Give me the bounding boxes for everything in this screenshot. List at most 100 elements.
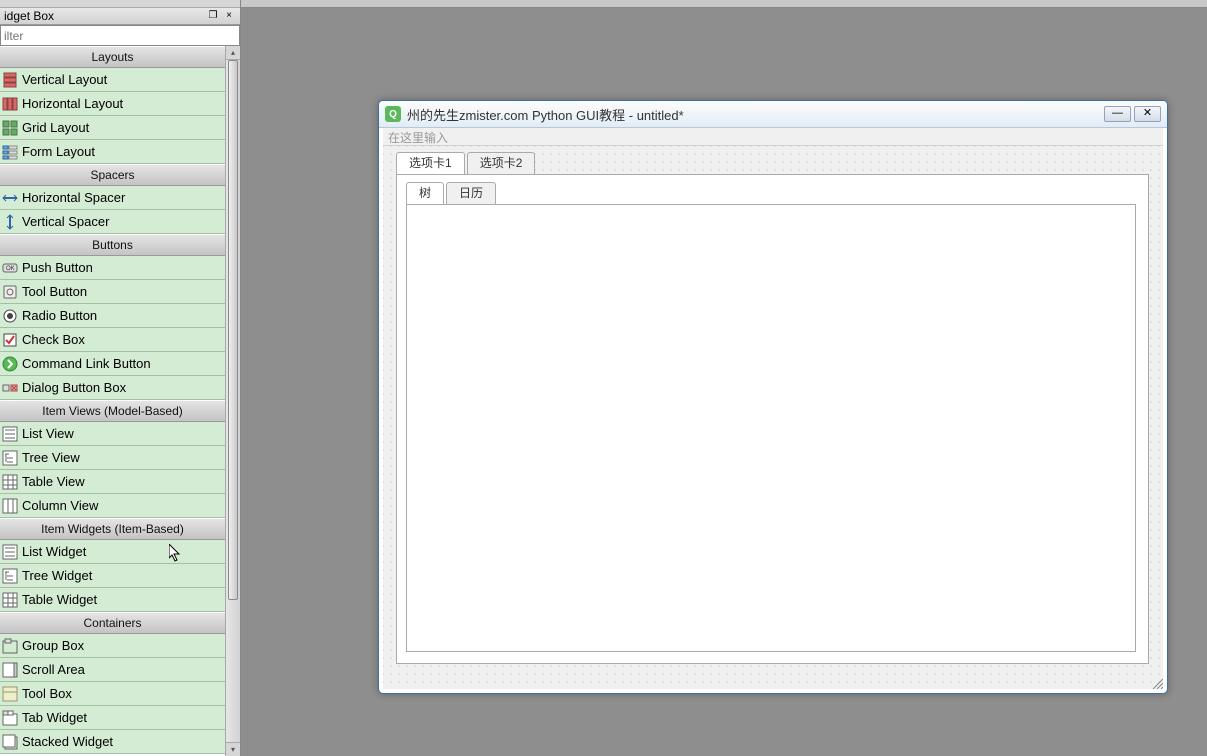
widget-item-label: Horizontal Spacer: [22, 190, 125, 205]
stacked-widget-icon: [2, 734, 18, 750]
widget-item[interactable]: Grid Layout: [0, 116, 225, 140]
outer-tab-bar: 选项卡1 选项卡2: [396, 152, 1149, 174]
menubar-placeholder[interactable]: 在这里输入: [383, 128, 1163, 146]
outer-tab-widget[interactable]: 选项卡1 选项卡2 树 日历: [396, 152, 1149, 664]
app-icon: Q: [385, 106, 401, 122]
radio-button-icon: [2, 308, 18, 324]
widget-item-label: Tool Box: [22, 686, 72, 701]
category-header[interactable]: Item Widgets (Item-Based): [0, 518, 225, 540]
category-header[interactable]: Containers: [0, 612, 225, 634]
widget-item-label: Push Button: [22, 260, 93, 275]
widget-item[interactable]: Column View: [0, 494, 225, 518]
widget-box-panel: idget Box ❐ × Layouts Vertical Layout Hori…: [0, 0, 241, 756]
widget-item[interactable]: Horizontal Layout: [0, 92, 225, 116]
undock-button[interactable]: ❐: [206, 10, 220, 23]
widget-item-label: Form Layout: [22, 144, 95, 159]
inner-tab-tree[interactable]: 树: [406, 182, 444, 204]
widget-item-label: Grid Layout: [22, 120, 89, 135]
vertical-scrollbar[interactable]: ▴ ▾: [225, 46, 240, 756]
widget-item[interactable]: Check Box: [0, 328, 225, 352]
widget-item[interactable]: Vertical Layout: [0, 68, 225, 92]
list-view-icon: [2, 544, 18, 560]
outer-tab-page[interactable]: 树 日历: [396, 174, 1149, 664]
widget-item[interactable]: List View: [0, 422, 225, 446]
form-grid[interactable]: 选项卡1 选项卡2 树 日历: [383, 146, 1163, 689]
outer-tab-2[interactable]: 选项卡2: [467, 152, 536, 174]
widget-item-label: Tree Widget: [22, 568, 92, 583]
widget-item-label: Check Box: [22, 332, 85, 347]
category-header[interactable]: Item Views (Model-Based): [0, 400, 225, 422]
group-box-icon: [2, 638, 18, 654]
widget-item-label: Tab Widget: [22, 710, 87, 725]
form-window[interactable]: Q 州的先生zmister.com Python GUI教程 - untitle…: [378, 100, 1168, 694]
widget-item[interactable]: Scroll Area: [0, 658, 225, 682]
widget-item-label: List View: [22, 426, 74, 441]
inner-tab-page[interactable]: [406, 204, 1136, 652]
widget-item[interactable]: Push Button: [0, 256, 225, 280]
toolbar-strip: [0, 0, 240, 8]
widget-item-label: Tool Button: [22, 284, 87, 299]
window-title: 州的先生zmister.com Python GUI教程 - untitled*: [407, 105, 1104, 124]
form-layout-icon: [2, 144, 18, 160]
widget-item[interactable]: Tool Box: [0, 682, 225, 706]
widget-item-label: Scroll Area: [22, 662, 85, 677]
widget-item[interactable]: Command Link Button: [0, 352, 225, 376]
list-view-icon: [2, 426, 18, 442]
widget-item-label: List Widget: [22, 544, 86, 559]
widget-item[interactable]: Table Widget: [0, 588, 225, 612]
widget-item-label: Dialog Button Box: [22, 380, 126, 395]
widget-item-label: Vertical Layout: [22, 72, 107, 87]
close-panel-button[interactable]: ×: [222, 10, 236, 23]
widget-item-label: Group Box: [22, 638, 84, 653]
scrollbar-thumb[interactable]: [228, 60, 238, 600]
widget-item[interactable]: Tab Widget: [0, 706, 225, 730]
tree-view-icon: [2, 450, 18, 466]
widget-item[interactable]: Radio Button: [0, 304, 225, 328]
widget-tree: Layouts Vertical Layout Horizontal Layout G…: [0, 46, 225, 756]
category-header[interactable]: Spacers: [0, 164, 225, 186]
panel-titlebar: idget Box ❐ ×: [0, 8, 240, 25]
outer-tab-1[interactable]: 选项卡1: [396, 152, 465, 174]
dialog-button-box-icon: [2, 380, 18, 396]
vertical-layout-icon: [2, 72, 18, 88]
window-titlebar[interactable]: Q 州的先生zmister.com Python GUI教程 - untitle…: [379, 101, 1167, 128]
tool-button-icon: [2, 284, 18, 300]
widget-item[interactable]: Table View: [0, 470, 225, 494]
widget-item-label: Table View: [22, 474, 85, 489]
widget-item-label: Radio Button: [22, 308, 97, 323]
grid-layout-icon: [2, 120, 18, 136]
scroll-down-icon[interactable]: ▾: [226, 742, 240, 756]
command-link-icon: [2, 356, 18, 372]
widget-item-label: Tree View: [22, 450, 80, 465]
widget-item[interactable]: Tool Button: [0, 280, 225, 304]
tool-box-icon: [2, 686, 18, 702]
widget-item-label: Command Link Button: [22, 356, 151, 371]
design-canvas[interactable]: Q 州的先生zmister.com Python GUI教程 - untitle…: [241, 0, 1207, 756]
scroll-up-icon[interactable]: ▴: [226, 46, 240, 60]
widget-item-label: Stacked Widget: [22, 734, 113, 749]
widget-item[interactable]: Group Box: [0, 634, 225, 658]
widget-item[interactable]: List Widget: [0, 540, 225, 564]
category-header[interactable]: Layouts: [0, 46, 225, 68]
close-window-button[interactable]: ✕: [1134, 106, 1161, 122]
widget-item[interactable]: Vertical Spacer: [0, 210, 225, 234]
canvas-toolbar-strip: [241, 0, 1207, 8]
widget-item-label: Table Widget: [22, 592, 97, 607]
widget-item[interactable]: Tree Widget: [0, 564, 225, 588]
table-view-icon: [2, 474, 18, 490]
widget-item[interactable]: Horizontal Spacer: [0, 186, 225, 210]
widget-item[interactable]: Form Layout: [0, 140, 225, 164]
category-header[interactable]: Buttons: [0, 234, 225, 256]
widget-item-label: Column View: [22, 498, 98, 513]
resize-grip-icon[interactable]: [1151, 677, 1163, 689]
minimize-button[interactable]: —: [1104, 106, 1131, 122]
table-view-icon: [2, 592, 18, 608]
panel-title-text: idget Box: [4, 9, 204, 23]
widget-item[interactable]: Tree View: [0, 446, 225, 470]
inner-tab-widget[interactable]: 树 日历: [406, 182, 1136, 652]
filter-input[interactable]: [0, 25, 240, 46]
widget-item-label: Vertical Spacer: [22, 214, 109, 229]
widget-item[interactable]: Dialog Button Box: [0, 376, 225, 400]
inner-tab-calendar[interactable]: 日历: [446, 182, 496, 204]
widget-item[interactable]: Stacked Widget: [0, 730, 225, 754]
